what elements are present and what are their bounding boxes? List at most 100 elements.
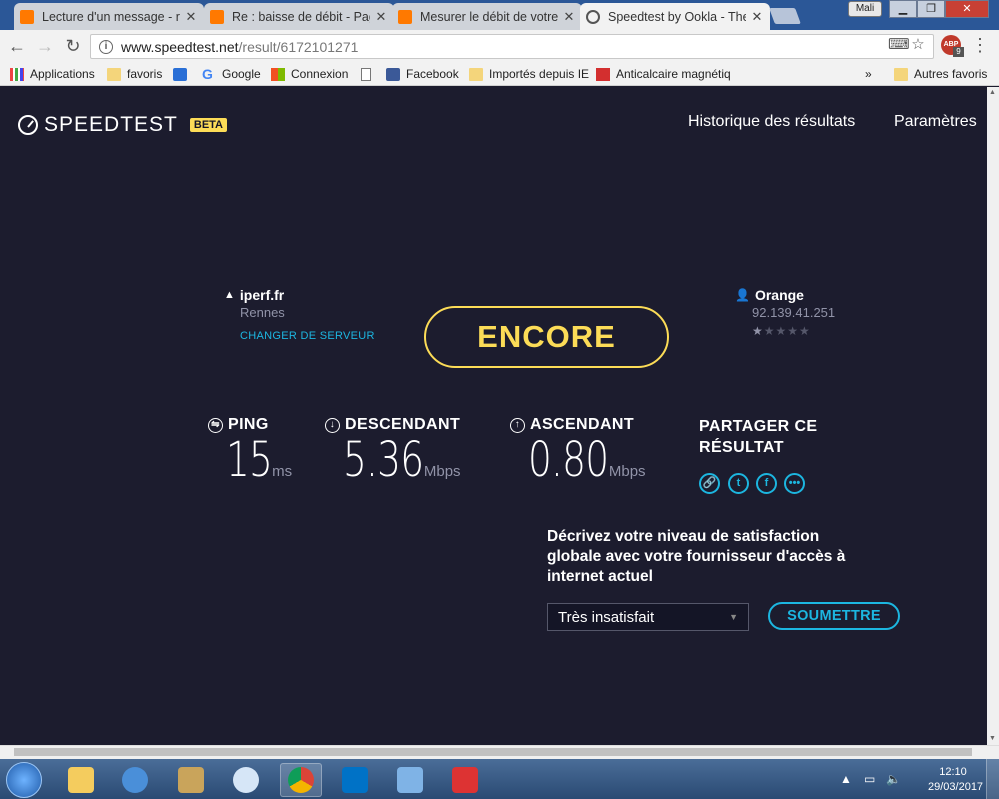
- scroll-down-icon: ▼: [989, 735, 996, 742]
- bookmark-ie[interactable]: Importés depuis IE: [469, 65, 589, 83]
- bookmark-anticalcaire[interactable]: Anticalcaire magnétiq: [596, 65, 731, 83]
- address-bar[interactable]: i www.speedtest.net/result/6172101271: [90, 34, 934, 59]
- bookmark-favoris[interactable]: favoris: [107, 65, 162, 83]
- taskbar-explorer[interactable]: [60, 763, 102, 797]
- chrome-icon: [288, 767, 314, 793]
- chevron-down-icon: ▼: [729, 612, 738, 622]
- tab-forum[interactable]: Re : baisse de débit - Pag ✕: [204, 3, 394, 30]
- close-tab-icon[interactable]: ✕: [562, 9, 576, 25]
- app-icon: [397, 767, 423, 793]
- minimize-button[interactable]: ▁: [889, 0, 917, 18]
- gauge-icon: [18, 115, 38, 135]
- satisfaction-select[interactable]: Très insatisfait ▼: [547, 603, 749, 631]
- app-icon: [233, 767, 259, 793]
- isp-ip: 92.139.41.251: [752, 305, 836, 320]
- bookmark-label: Facebook: [406, 67, 459, 81]
- network-icon[interactable]: ▭: [864, 772, 875, 786]
- window-close-button[interactable]: ✕: [945, 0, 989, 18]
- logo-text: SPEEDTEST: [44, 113, 178, 136]
- show-desktop-button[interactable]: [986, 759, 999, 799]
- bookmark-page[interactable]: [361, 65, 377, 83]
- server-name: iperf.fr: [239, 287, 285, 303]
- app-icon: [452, 767, 478, 793]
- taskbar-thunderbird[interactable]: [114, 763, 156, 797]
- info-icon[interactable]: i: [99, 39, 113, 54]
- beta-badge: BETA: [189, 118, 228, 132]
- again-button[interactable]: ENCORE: [424, 306, 669, 368]
- volume-icon[interactable]: 🔈: [886, 772, 901, 786]
- taskbar-app4[interactable]: [225, 763, 267, 797]
- back-arrow-icon[interactable]: ←: [6, 36, 28, 58]
- server-info: ▲ iperf.fr: [224, 287, 284, 303]
- user-icon: 👤: [735, 288, 750, 302]
- bookmark-star-icon[interactable]: ☆: [908, 35, 928, 55]
- horizontal-scroll-thumb[interactable]: [14, 748, 972, 756]
- maximize-button[interactable]: ❐: [917, 0, 945, 18]
- tab-speedtest[interactable]: Speedtest by Ookla - The ✕: [580, 3, 770, 30]
- tab-debit[interactable]: Mesurer le débit de votre ✕: [392, 3, 582, 30]
- close-tab-icon[interactable]: ✕: [374, 9, 388, 25]
- twitter-icon[interactable]: t: [728, 473, 749, 494]
- share-heading: PARTAGER CE RÉSULTAT: [699, 418, 818, 456]
- taskbar-app3[interactable]: [170, 763, 212, 797]
- tab-message[interactable]: Lecture d'un message - r ✕: [14, 3, 204, 30]
- more-icon[interactable]: •••: [784, 473, 805, 494]
- bookmark-apps[interactable]: Applications: [10, 65, 95, 83]
- folder-icon: [894, 67, 908, 81]
- taskbar-app8[interactable]: [444, 763, 486, 797]
- microsoft-icon: [271, 67, 285, 81]
- submit-button[interactable]: SOUMETTRE: [768, 602, 900, 630]
- bookmark-outlook[interactable]: [173, 65, 193, 83]
- bookmark-other[interactable]: Autres favoris: [894, 65, 987, 83]
- bookmark-label: Applications: [30, 67, 95, 81]
- app-icon: [178, 767, 204, 793]
- ping-result: 15 ms: [226, 432, 292, 488]
- tray-expand-icon[interactable]: ▲: [840, 772, 852, 786]
- speedtest-icon: [586, 9, 600, 24]
- nav-history[interactable]: Historique des résultats: [688, 113, 855, 131]
- change-server-link[interactable]: CHANGER DE SERVEUR: [240, 330, 375, 342]
- server-city: Rennes: [240, 305, 285, 320]
- menu-icon[interactable]: ⋮: [970, 35, 990, 55]
- speedtest-logo[interactable]: SPEEDTEST BETA: [18, 113, 228, 137]
- tab-title: Lecture d'un message - r: [42, 9, 180, 24]
- isp-rating: ★★★★★: [752, 324, 811, 338]
- start-button[interactable]: [6, 762, 42, 798]
- bookmark-label: favoris: [127, 67, 163, 81]
- clock[interactable]: 12:10 29/03/2017: [928, 765, 983, 795]
- bookmark-label: Importés depuis IE: [489, 67, 590, 81]
- ping-value: 15: [226, 432, 273, 488]
- bookmarks-bar: Applications favoris G Google Connexion F…: [0, 62, 999, 86]
- store-icon: [596, 67, 610, 81]
- upload-arrow-icon: ↑: [510, 417, 525, 433]
- isp-info: 👤 Orange: [735, 287, 804, 303]
- star-icon: ★: [752, 324, 764, 338]
- link-icon[interactable]: 🔗: [699, 473, 720, 494]
- scroll-up-icon: ▲: [989, 89, 996, 96]
- bookmarks-overflow[interactable]: »: [865, 65, 872, 83]
- close-tab-icon[interactable]: ✕: [184, 9, 198, 25]
- tab-title: Mesurer le débit de votre: [420, 9, 558, 24]
- close-tab-icon[interactable]: ✕: [750, 9, 764, 25]
- nav-settings[interactable]: Paramètres: [894, 113, 977, 131]
- folder-icon: [107, 67, 121, 81]
- facebook-icon[interactable]: f: [756, 473, 777, 494]
- bookmark-google[interactable]: G Google: [202, 65, 261, 83]
- taskbar-chrome[interactable]: [280, 763, 322, 797]
- folder-icon: [469, 67, 483, 81]
- forward-arrow-icon[interactable]: →: [34, 36, 56, 58]
- profile-button[interactable]: Mali: [848, 1, 882, 17]
- explorer-icon: [68, 767, 94, 793]
- bookmark-facebook[interactable]: Facebook: [386, 65, 459, 83]
- download-arrow-icon: ↓: [325, 417, 340, 433]
- bookmark-connexion[interactable]: Connexion: [271, 65, 348, 83]
- empty-stars: ★★★★: [763, 324, 811, 338]
- taskbar-outlook[interactable]: [334, 763, 376, 797]
- reload-icon[interactable]: ↻: [62, 36, 84, 58]
- vertical-scrollbar[interactable]: ▲ ▼: [987, 87, 999, 745]
- translate-icon[interactable]: ⌨: [888, 35, 910, 55]
- taskbar-app7[interactable]: [389, 763, 431, 797]
- satisfaction-selected: Très insatisfait: [558, 608, 655, 626]
- mail-client-icon: [122, 767, 148, 793]
- new-tab-button[interactable]: [769, 8, 801, 24]
